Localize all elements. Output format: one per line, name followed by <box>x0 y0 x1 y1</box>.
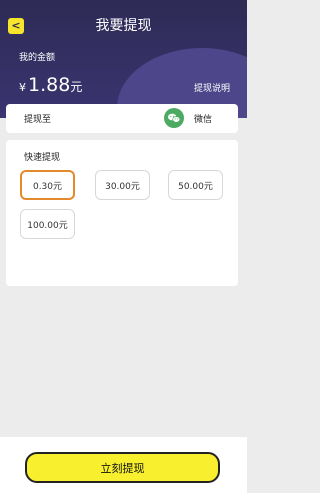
withdraw-explain-link[interactable]: 提现说明 <box>194 81 230 94</box>
wechat-icon <box>164 108 184 128</box>
amount-option-30[interactable]: 30.00元 <box>95 170 150 200</box>
bottom-bar: 立刻提现 <box>0 437 247 493</box>
balance-unit: 元 <box>70 80 83 94</box>
withdraw-to-label: 提现至 <box>24 115 52 125</box>
balance-amount: ¥ 1.88 元 <box>19 74 82 96</box>
balance-label: 我的金额 <box>19 53 56 63</box>
balance-value: 1.88 <box>28 74 71 96</box>
currency-symbol: ¥ <box>19 81 26 94</box>
wechat-label: 微信 <box>194 115 213 125</box>
withdraw-to-row[interactable]: 提现至 微信 <box>6 104 238 133</box>
page-title: 我要提现 <box>95 18 152 34</box>
withdraw-now-button[interactable]: 立刻提现 <box>25 452 220 483</box>
amount-option-0-30[interactable]: 0.30元 <box>20 170 75 200</box>
header: < 我要提现 我的金额 ¥ 1.88 元 提现说明 <box>0 0 247 118</box>
quick-withdraw-panel: 快速提现 0.30元 30.00元 50.00元 100.00元 <box>6 140 238 286</box>
amount-option-50[interactable]: 50.00元 <box>168 170 223 200</box>
amount-option-100[interactable]: 100.00元 <box>20 209 75 239</box>
quick-withdraw-title: 快速提现 <box>24 153 61 163</box>
